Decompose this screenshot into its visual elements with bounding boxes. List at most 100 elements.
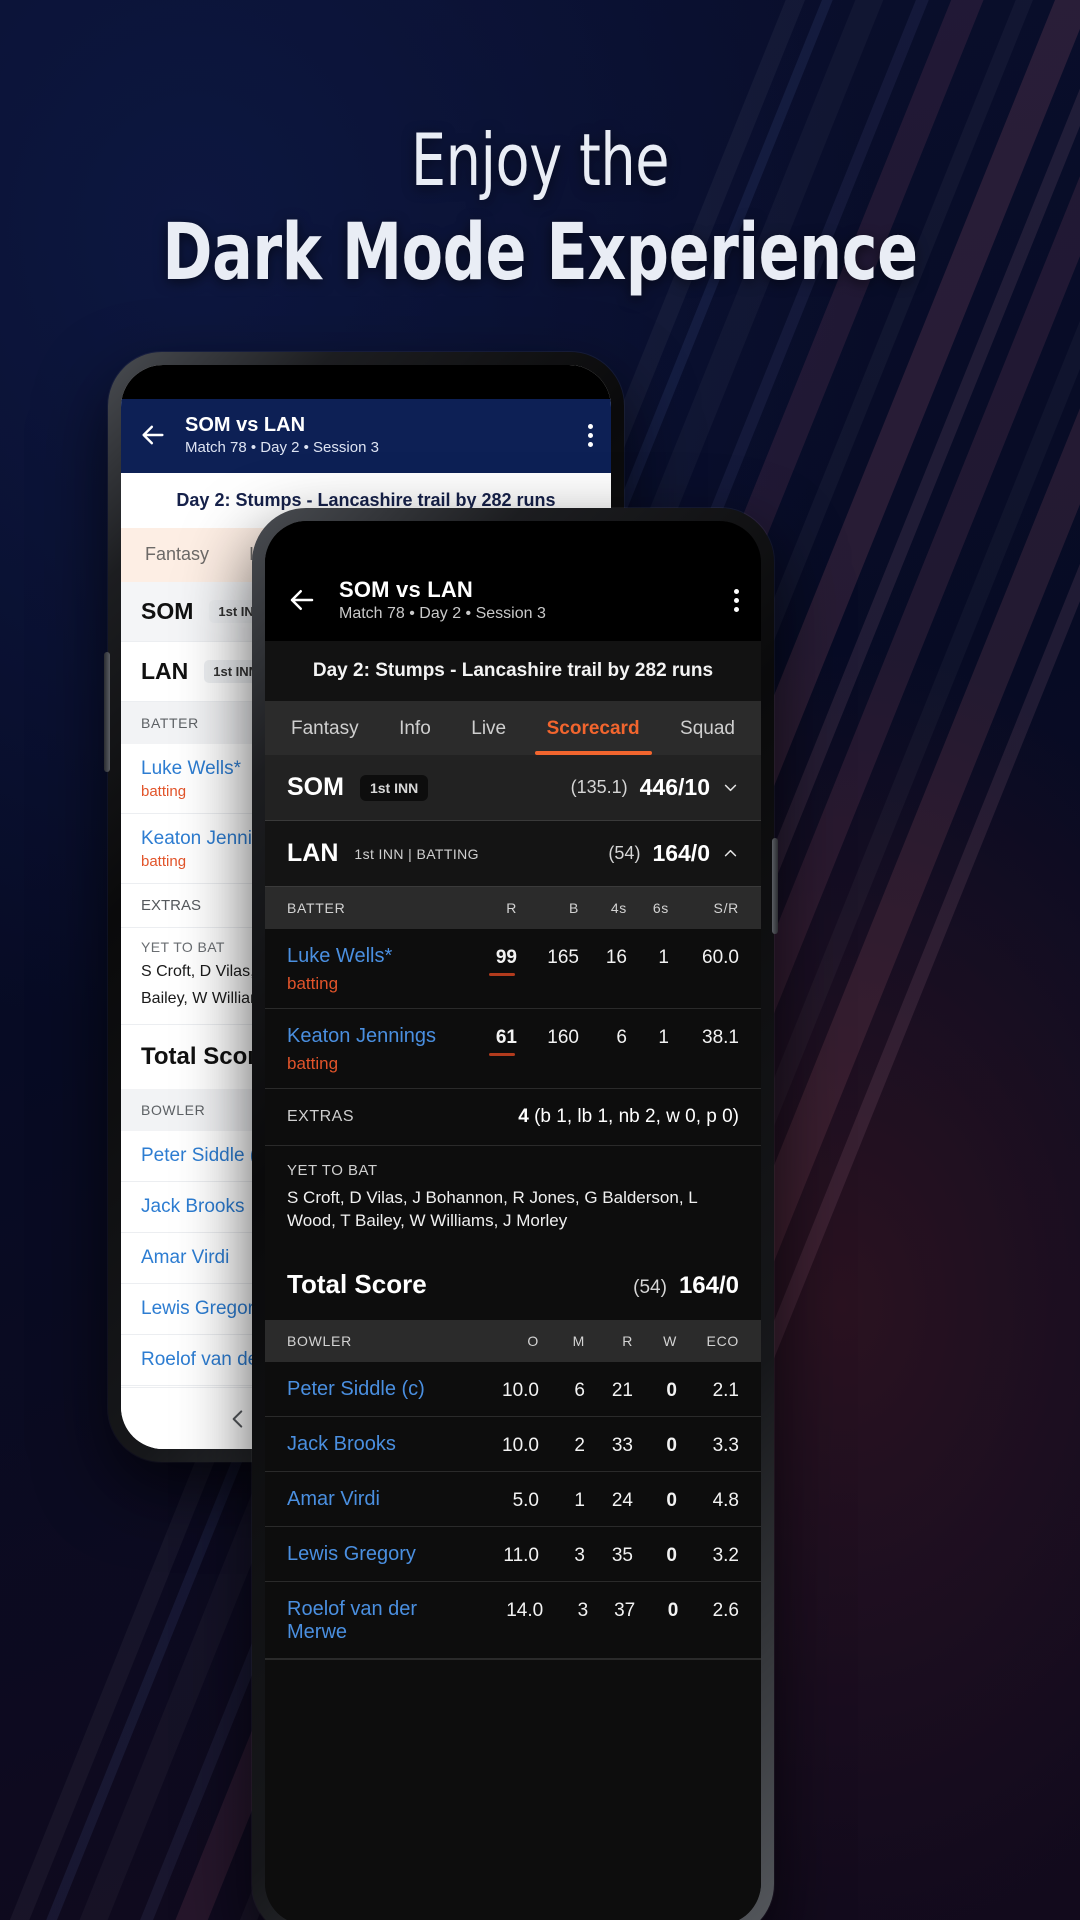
- bowler-economy: 3.2: [712, 1544, 739, 1566]
- batter-balls: 165: [547, 947, 579, 968]
- col-overs: O: [527, 1332, 539, 1349]
- bowler-wickets: 0: [667, 1599, 679, 1621]
- bowler-maidens: 2: [574, 1434, 585, 1456]
- extras-row: EXTRAS 4 (b 1, lb 1, nb 2, w 0, p 0): [265, 1089, 761, 1145]
- dark-appbar: SOM vs LAN Match 78 • Day 2 • Session 3: [265, 561, 761, 641]
- bowler-overs: 11.0: [503, 1544, 539, 1566]
- bowler-wickets: 0: [666, 1489, 677, 1511]
- light-appbar-title: SOM vs LAN: [185, 414, 306, 436]
- batter-balls: 160: [547, 1027, 579, 1048]
- back-arrow-icon[interactable]: [139, 421, 167, 449]
- batter-sixes: 1: [658, 1027, 669, 1048]
- batter-table-header: BATTER R B 4s 6s S/R: [265, 887, 761, 929]
- bowler-economy: 3.3: [712, 1434, 739, 1456]
- total-score-row: Total Score (54) 164/0: [265, 1250, 761, 1320]
- innings-overs-som: (135.1): [570, 777, 628, 797]
- appbar-title: SOM vs LAN: [339, 577, 474, 602]
- runs-underline: [489, 973, 515, 976]
- bowler-runs: 33: [611, 1434, 633, 1456]
- bowler-maidens: 1: [574, 1489, 585, 1511]
- batter-runs: 61: [465, 1025, 517, 1056]
- innings-score-som: 446/10: [639, 774, 710, 800]
- volume-button[interactable]: [104, 652, 110, 772]
- bowler-name[interactable]: Amar Virdi: [287, 1488, 473, 1511]
- bowler-row[interactable]: Lewis Gregory 11.0 3 35 0 3.2: [265, 1526, 761, 1582]
- innings-row-lan[interactable]: LAN 1st INN | BATTING (54) 164/0: [265, 821, 761, 887]
- light-tab-fantasy[interactable]: Fantasy: [145, 544, 209, 565]
- extras-label: EXTRAS: [287, 1108, 355, 1125]
- innings-badge-som: 1st INN: [359, 774, 429, 801]
- col-batter: BATTER: [287, 900, 346, 916]
- extras-breakdown: (b 1, lb 1, nb 2, w 0, p 0): [534, 1106, 739, 1127]
- yet-to-bat-names: S Croft, D Vilas, J Bohannon, R Jones, G…: [287, 1188, 698, 1231]
- total-score-value: 164/0: [678, 1271, 739, 1299]
- appbar-subtitle: Match 78 • Day 2 • Session 3: [339, 605, 546, 622]
- light-appbar-subtitle: Match 78 • Day 2 • Session 3: [185, 439, 379, 457]
- bowler-name[interactable]: Roelof van der Merwe: [287, 1598, 479, 1644]
- dark-app-screen: SOM vs LAN Match 78 • Day 2 • Session 3 …: [265, 521, 761, 1920]
- bowler-row[interactable]: Jack Brooks 10.0 2 33 0 3.3: [265, 1416, 761, 1472]
- bowler-maidens: 6: [574, 1379, 585, 1401]
- bowler-economy: 2.6: [712, 1599, 739, 1621]
- batter-strike-rate: 38.1: [702, 1027, 739, 1048]
- col-wickets: W: [663, 1332, 677, 1349]
- col-maidens: M: [572, 1332, 585, 1349]
- dark-status-bar: [265, 521, 761, 561]
- batter-status: batting: [287, 1054, 339, 1073]
- bowler-name[interactable]: Jack Brooks: [287, 1433, 473, 1456]
- bowler-table-header: BOWLER O M R W ECO: [265, 1319, 761, 1362]
- col-balls: B: [568, 900, 579, 916]
- bowler-economy: 4.8: [712, 1489, 739, 1511]
- phone-mockup-dark: SOM vs LAN Match 78 • Day 2 • Session 3 …: [252, 508, 778, 1920]
- tab-scorecard[interactable]: Scorecard: [534, 701, 652, 755]
- chevron-left-icon[interactable]: [225, 1406, 251, 1432]
- bowler-row[interactable]: Roelof van der Merwe 14.0 3 37 0 2.6: [265, 1581, 761, 1659]
- col-runs: R: [506, 900, 517, 916]
- headline-line-2: Dark Mode Experience: [162, 207, 918, 298]
- bowler-wickets: 0: [666, 1434, 677, 1456]
- kebab-menu-icon[interactable]: [734, 588, 739, 612]
- bowler-row[interactable]: Peter Siddle (c) 10.0 6 21 0 2.1: [265, 1361, 761, 1417]
- chevron-up-icon[interactable]: [722, 845, 739, 862]
- bowler-name[interactable]: Lewis Gregory: [287, 1543, 473, 1566]
- light-appbar: SOM vs LAN Match 78 • Day 2 • Session 3: [121, 399, 611, 473]
- tab-live[interactable]: Live: [469, 701, 508, 755]
- bowler-runs: 37: [614, 1599, 636, 1621]
- bowler-row[interactable]: Amar Virdi 5.0 1 24 0 4.8: [265, 1471, 761, 1527]
- bowler-overs: 5.0: [512, 1489, 539, 1511]
- batter-name[interactable]: Keaton Jennings: [287, 1025, 436, 1047]
- bowler-wickets: 0: [666, 1379, 677, 1401]
- team-code-lan: LAN: [287, 839, 339, 867]
- bowler-runs: 35: [611, 1544, 633, 1566]
- kebab-menu-icon[interactable]: [588, 423, 593, 447]
- batter-status: batting: [287, 974, 339, 993]
- col-strike-rate: S/R: [713, 900, 739, 916]
- batter-name[interactable]: Luke Wells*: [287, 945, 392, 967]
- batter-row[interactable]: Luke Wells* batting 99 165 16 1 60.0: [265, 929, 761, 1009]
- power-button[interactable]: [772, 838, 778, 934]
- bowler-economy: 2.1: [712, 1379, 739, 1401]
- tab-squad[interactable]: Squad: [678, 701, 737, 755]
- tab-info[interactable]: Info: [397, 701, 433, 755]
- innings-row-som[interactable]: SOM 1st INN (135.1) 446/10: [265, 755, 761, 821]
- promo-headline: Enjoy the Dark Mode Experience: [0, 118, 1080, 299]
- batter-row[interactable]: Keaton Jennings batting 61 160 6 1 38.1: [265, 1009, 761, 1089]
- yet-to-bat-label: YET TO BAT: [287, 1162, 378, 1179]
- headline-line-1: Enjoy the: [410, 118, 670, 202]
- extras-total: 4: [518, 1106, 529, 1127]
- yet-to-bat-section: YET TO BAT S Croft, D Vilas, J Bohannon,…: [265, 1145, 761, 1251]
- runs-underline: [489, 1053, 515, 1056]
- innings-meta-lan: 1st INN | BATTING: [354, 845, 479, 862]
- extras-value: 4 (b 1, lb 1, nb 2, w 0, p 0): [518, 1106, 739, 1128]
- batter-sixes: 1: [658, 947, 669, 968]
- col-fours: 4s: [610, 900, 627, 916]
- bowler-wickets: 0: [666, 1544, 677, 1566]
- bowler-name[interactable]: Peter Siddle (c): [287, 1378, 473, 1401]
- chevron-down-icon[interactable]: [722, 779, 739, 796]
- bowler-overs: 14.0: [506, 1599, 544, 1621]
- team-code-som: SOM: [287, 773, 344, 801]
- tab-fantasy[interactable]: Fantasy: [289, 701, 361, 755]
- batter-fours: 6: [616, 1027, 627, 1048]
- batter-fours: 16: [605, 947, 627, 968]
- back-arrow-icon[interactable]: [287, 585, 317, 615]
